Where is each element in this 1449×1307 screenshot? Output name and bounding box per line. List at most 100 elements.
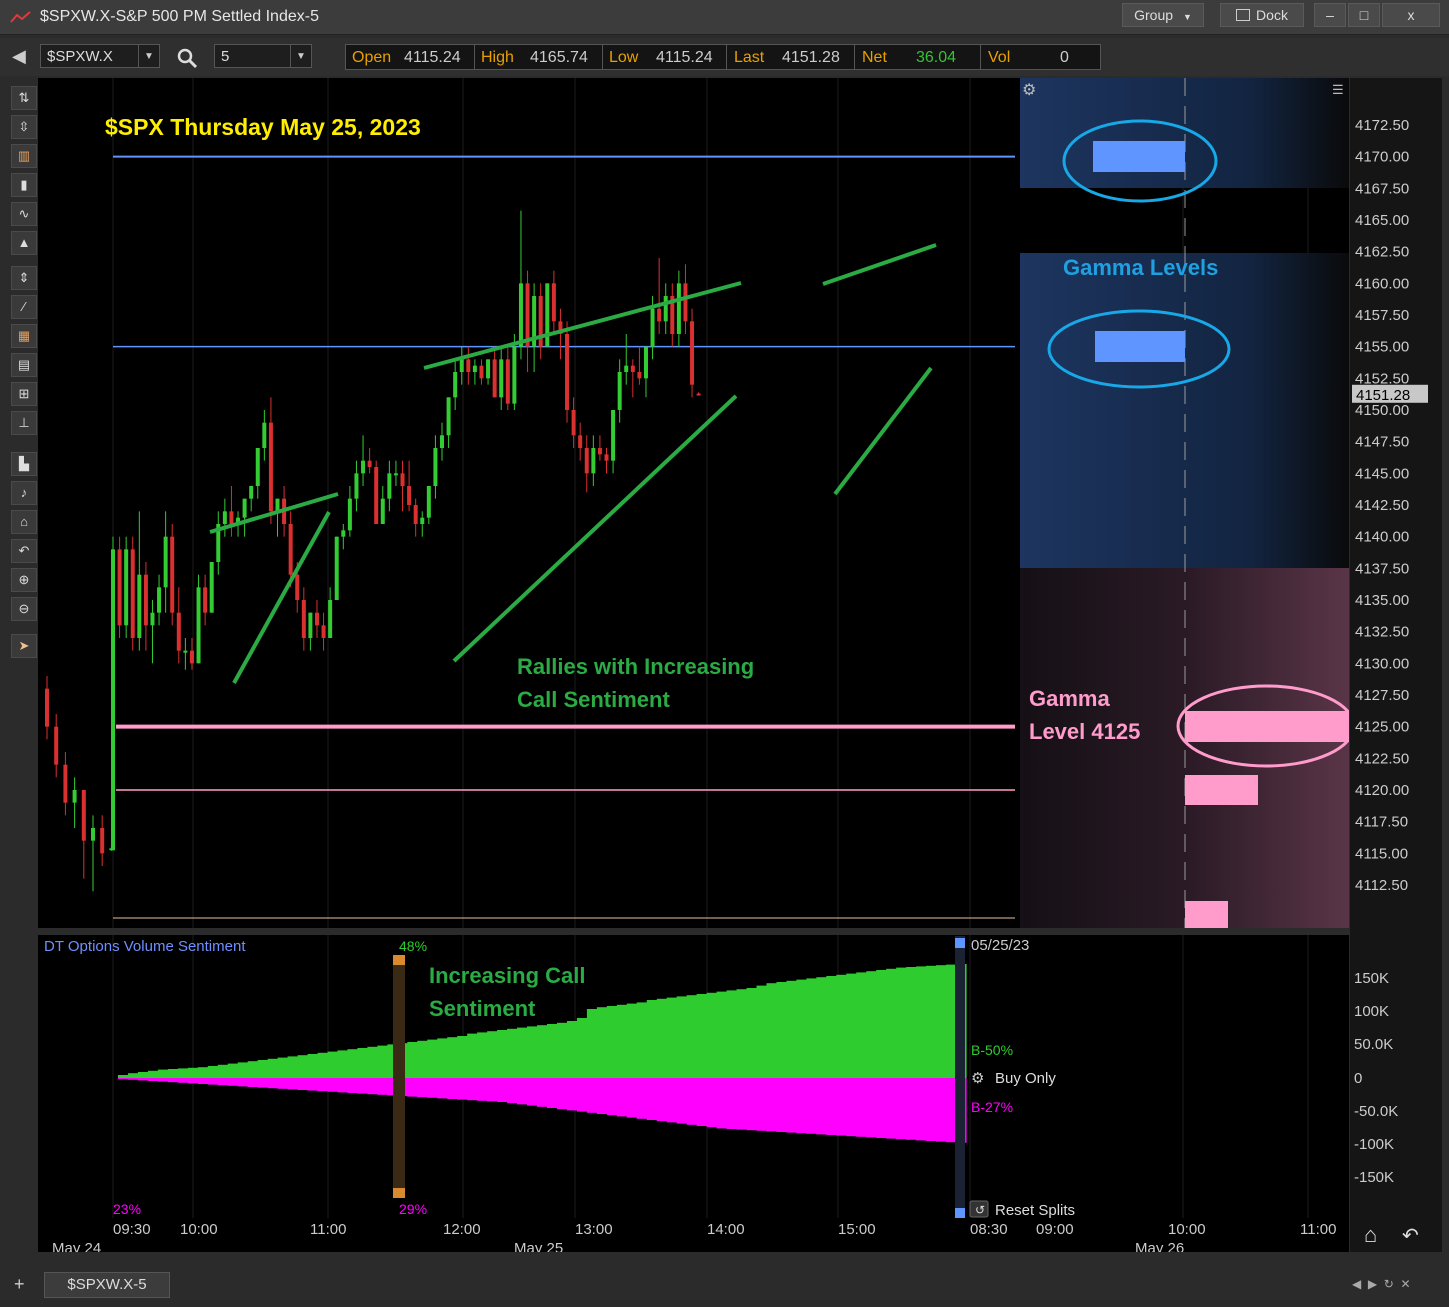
candle-up: [426, 486, 431, 518]
candle-down: [657, 308, 662, 322]
sentiment-buy-bar: [906, 967, 917, 1078]
sentiment-buy-bar: [537, 1025, 548, 1078]
ohlc-tool-icon[interactable]: ▮: [11, 173, 37, 197]
zoom-out-icon[interactable]: ⊖: [11, 597, 37, 621]
trend-line: [232, 511, 331, 684]
fit-vertical-icon[interactable]: ⇕: [11, 266, 37, 290]
sentiment-buy-bar: [596, 1007, 608, 1078]
table-icon[interactable]: ▤: [11, 353, 37, 377]
interval-select[interactable]: 5 ▼: [214, 44, 312, 68]
sentiment-pct-bottom: 29%: [399, 1201, 427, 1217]
group-dropdown[interactable]: Group ▼: [1122, 3, 1204, 27]
price-tick-label: 4132.50: [1355, 624, 1409, 641]
tab-spxw[interactable]: $SPXW.X-5: [44, 1272, 170, 1298]
line-chart-icon[interactable]: ∿: [11, 202, 37, 226]
maximize-button[interactable]: □: [1348, 3, 1380, 27]
bar-tool-icon[interactable]: ⇳: [11, 115, 37, 139]
undo-icon[interactable]: ↶: [11, 539, 37, 563]
pin-icon[interactable]: ▙: [11, 452, 37, 476]
candle-up: [255, 448, 260, 486]
trend-line: [833, 366, 933, 496]
net-value: 36.04: [916, 49, 957, 66]
sentiment-buy-bar: [427, 1039, 438, 1078]
low-label: Low: [609, 49, 639, 66]
candle-up: [617, 372, 622, 410]
area-chart-icon[interactable]: ▲: [11, 231, 37, 255]
minimize-button[interactable]: –: [1314, 3, 1346, 27]
price-chart-svg: ⚙ ☰ $SPX Thursday May 25, 2023Gamma Level…: [38, 78, 1356, 1257]
candle-down: [81, 790, 86, 841]
close-button[interactable]: x: [1382, 3, 1440, 27]
right-axis[interactable]: 4172.50 4170.00 4167.50 4165.00 4162.50 4160.…: [1336, 78, 1442, 1271]
price-tick-label: 4165.00: [1355, 212, 1409, 229]
note-icon[interactable]: ♪: [11, 481, 37, 505]
candle-down: [143, 574, 148, 626]
date-label: May 24: [52, 1240, 101, 1252]
candlestick-tool-icon[interactable]: ▥: [11, 144, 37, 168]
sentiment-buy-bar: [337, 1050, 349, 1078]
sentiment-sell-bar: [576, 1078, 588, 1112]
sentiment-sell-bar: [257, 1078, 269, 1088]
sentiment-buy-bar: [786, 980, 797, 1078]
trendline-icon[interactable]: ⁄: [11, 295, 37, 319]
gamma-bar: [1093, 141, 1185, 172]
candle-down: [54, 726, 59, 765]
sentiment-tick-label: 150K: [1354, 970, 1389, 987]
candle-up: [354, 473, 359, 499]
chevron-down-icon: ▼: [138, 45, 159, 67]
end-marker: [955, 936, 965, 1218]
vol-value: 0: [1060, 49, 1069, 66]
candle-down: [63, 764, 68, 803]
add-tab-icon[interactable]: +: [14, 1274, 25, 1295]
crosshair-tool-icon[interactable]: ⇅: [11, 86, 37, 110]
sentiment-sell-bar: [497, 1078, 508, 1102]
time-tick-label: 08:30: [970, 1221, 1008, 1238]
tab-nav-icons[interactable]: ◀ ▶ ↻ ✕: [1352, 1277, 1411, 1291]
sentiment-buy-bar: [257, 1060, 269, 1078]
candle-up: [157, 587, 162, 613]
last-value: 4151.28: [782, 49, 840, 66]
candle-down: [100, 828, 105, 854]
high-label: High: [481, 49, 514, 66]
candle-down: [690, 321, 695, 385]
horizontal-line-icon[interactable]: ⊥: [11, 411, 37, 435]
back-arrow-icon[interactable]: ◀: [12, 46, 26, 67]
candle-up: [663, 296, 668, 322]
sentiment-sell-bar: [197, 1078, 209, 1084]
chart-area[interactable]: ⚙ ☰ $SPX Thursday May 25, 2023 Gamma Level…: [38, 78, 1356, 1257]
crosshair-grid-icon[interactable]: ⊞: [11, 382, 37, 406]
search-icon[interactable]: [176, 47, 198, 69]
dock-button[interactable]: Dock: [1220, 3, 1304, 27]
sentiment-buy-bar: [437, 1038, 448, 1078]
candle-up: [446, 397, 451, 436]
grid-icon[interactable]: ▦: [11, 324, 37, 348]
sentiment-sell-bar: [546, 1078, 558, 1108]
sentiment-buy-bar: [886, 968, 897, 1078]
sentiment-sell-bar: [756, 1078, 768, 1131]
reset-icon-glyph: ↺: [975, 1203, 985, 1217]
price-tick-label: 4162.50: [1355, 244, 1409, 261]
sentiment-buy-bar: [287, 1056, 299, 1078]
sentiment-buy-bar: [686, 995, 698, 1078]
sentiment-tick-label: -50.0K: [1354, 1103, 1398, 1120]
candle-down: [565, 334, 570, 410]
candle-up: [347, 498, 352, 531]
sentiment-tick-label: -100K: [1354, 1136, 1394, 1153]
sentiment-sell-bar: [457, 1078, 468, 1100]
sentiment-sell-bar: [726, 1078, 738, 1129]
symbol-select[interactable]: $SPXW.X ▼: [40, 44, 160, 68]
sentiment-sell-bar: [696, 1078, 708, 1126]
price-tick-label: 4142.50: [1355, 497, 1409, 514]
sentiment-sell-bar: [876, 1078, 887, 1138]
gamma-bar: [1185, 711, 1350, 742]
sentiment-buy-bar: [317, 1052, 329, 1078]
sentiment-sell-bar: [507, 1078, 518, 1104]
session-marker-cap: [393, 955, 405, 965]
pointer-icon[interactable]: ➤: [11, 634, 37, 658]
home-icon[interactable]: ⌂: [11, 510, 37, 534]
zoom-in-icon[interactable]: ⊕: [11, 568, 37, 592]
candle-up: [380, 498, 385, 524]
sentiment-buy-bar: [497, 1030, 508, 1078]
candle-down: [117, 549, 122, 626]
reset-splits-button: Reset Splits: [995, 1202, 1075, 1219]
